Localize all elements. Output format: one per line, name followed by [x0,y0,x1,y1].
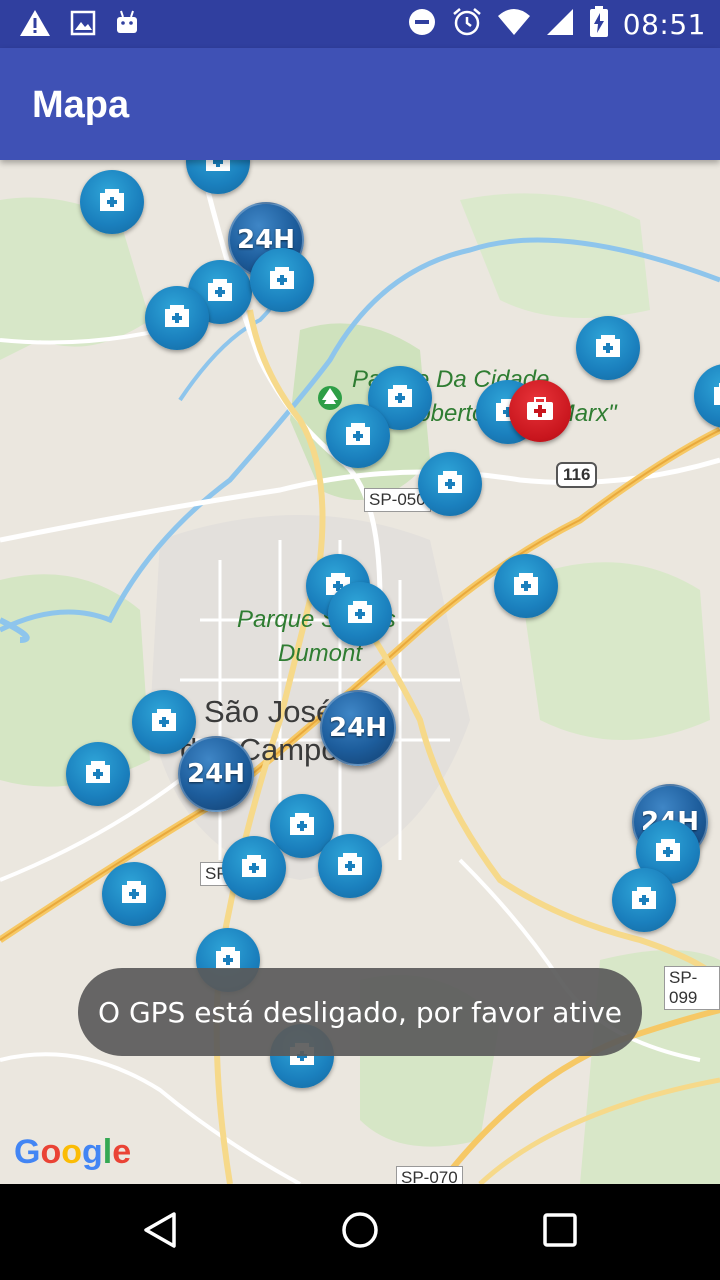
hospital-icon [238,853,270,884]
highway-shield-116: 116 [556,462,598,488]
hospital-icon [334,851,366,882]
hospital-icon [510,571,542,602]
clock: 08:51 [622,8,706,41]
hospital-marker[interactable] [576,316,640,380]
back-icon [140,1210,180,1255]
hospital-marker[interactable] [612,868,676,932]
hospital-icon [628,885,660,916]
hospital-icon [652,837,684,868]
emergency-marker[interactable] [509,380,571,442]
hospital-marker[interactable] [494,554,558,618]
hospital-icon [148,707,180,738]
warning-icon [18,8,52,43]
recents-icon [542,1212,578,1253]
hospital-marker[interactable] [328,582,392,646]
hospital-icon [710,381,720,412]
hospital-icon [286,811,318,842]
hospital-marker[interactable] [102,862,166,926]
hospital-icon [434,469,466,500]
hospital-marker[interactable] [132,690,196,754]
hospital-marker[interactable] [145,286,209,350]
hospital-marker[interactable] [418,452,482,516]
city-label-sjc: São José [204,694,334,729]
hospital-marker[interactable] [80,170,144,234]
google-logo: Google [14,1133,132,1171]
hospital-icon [384,383,416,414]
recents-button[interactable] [536,1208,584,1256]
page-title: Mapa [32,84,130,126]
hospital-icon [202,160,234,178]
24h-marker[interactable]: 24H [178,736,254,812]
status-bar: 08:51 [0,0,720,48]
battery-charging-icon [589,6,609,43]
24h-marker[interactable]: 24H [320,690,396,766]
home-icon [340,1210,380,1255]
do-not-disturb-icon [407,7,437,42]
hospital-icon [344,599,376,630]
hospital-icon [96,187,128,218]
app-bar: Mapa [0,48,720,160]
signal-icon [545,7,575,42]
gps-disabled-toast: O GPS está desligado, por favor ative [78,968,642,1056]
alarm-icon [451,6,483,43]
hospital-icon [342,421,374,452]
home-button[interactable] [336,1208,384,1256]
image-icon [70,10,96,41]
hospital-icon [82,759,114,790]
hospital-marker[interactable] [318,834,382,898]
hospital-marker[interactable] [66,742,130,806]
hospital-marker[interactable] [326,404,390,468]
hospital-icon [161,303,193,334]
hospital-icon [266,265,298,296]
first-aid-icon [525,396,555,427]
road-label-sp099: SP-099 [664,966,720,1010]
hospital-icon [592,333,624,364]
toast-message: O GPS está desligado, por favor ative [98,995,622,1029]
navigation-bar [0,1184,720,1280]
wifi-icon [497,8,531,41]
hospital-icon [204,277,236,308]
road-label-sp070: SP-070 [396,1166,463,1184]
hospital-icon [118,879,150,910]
back-button[interactable] [136,1208,184,1256]
hospital-marker[interactable] [250,248,314,312]
android-icon [114,9,140,42]
hospital-marker[interactable] [222,836,286,900]
